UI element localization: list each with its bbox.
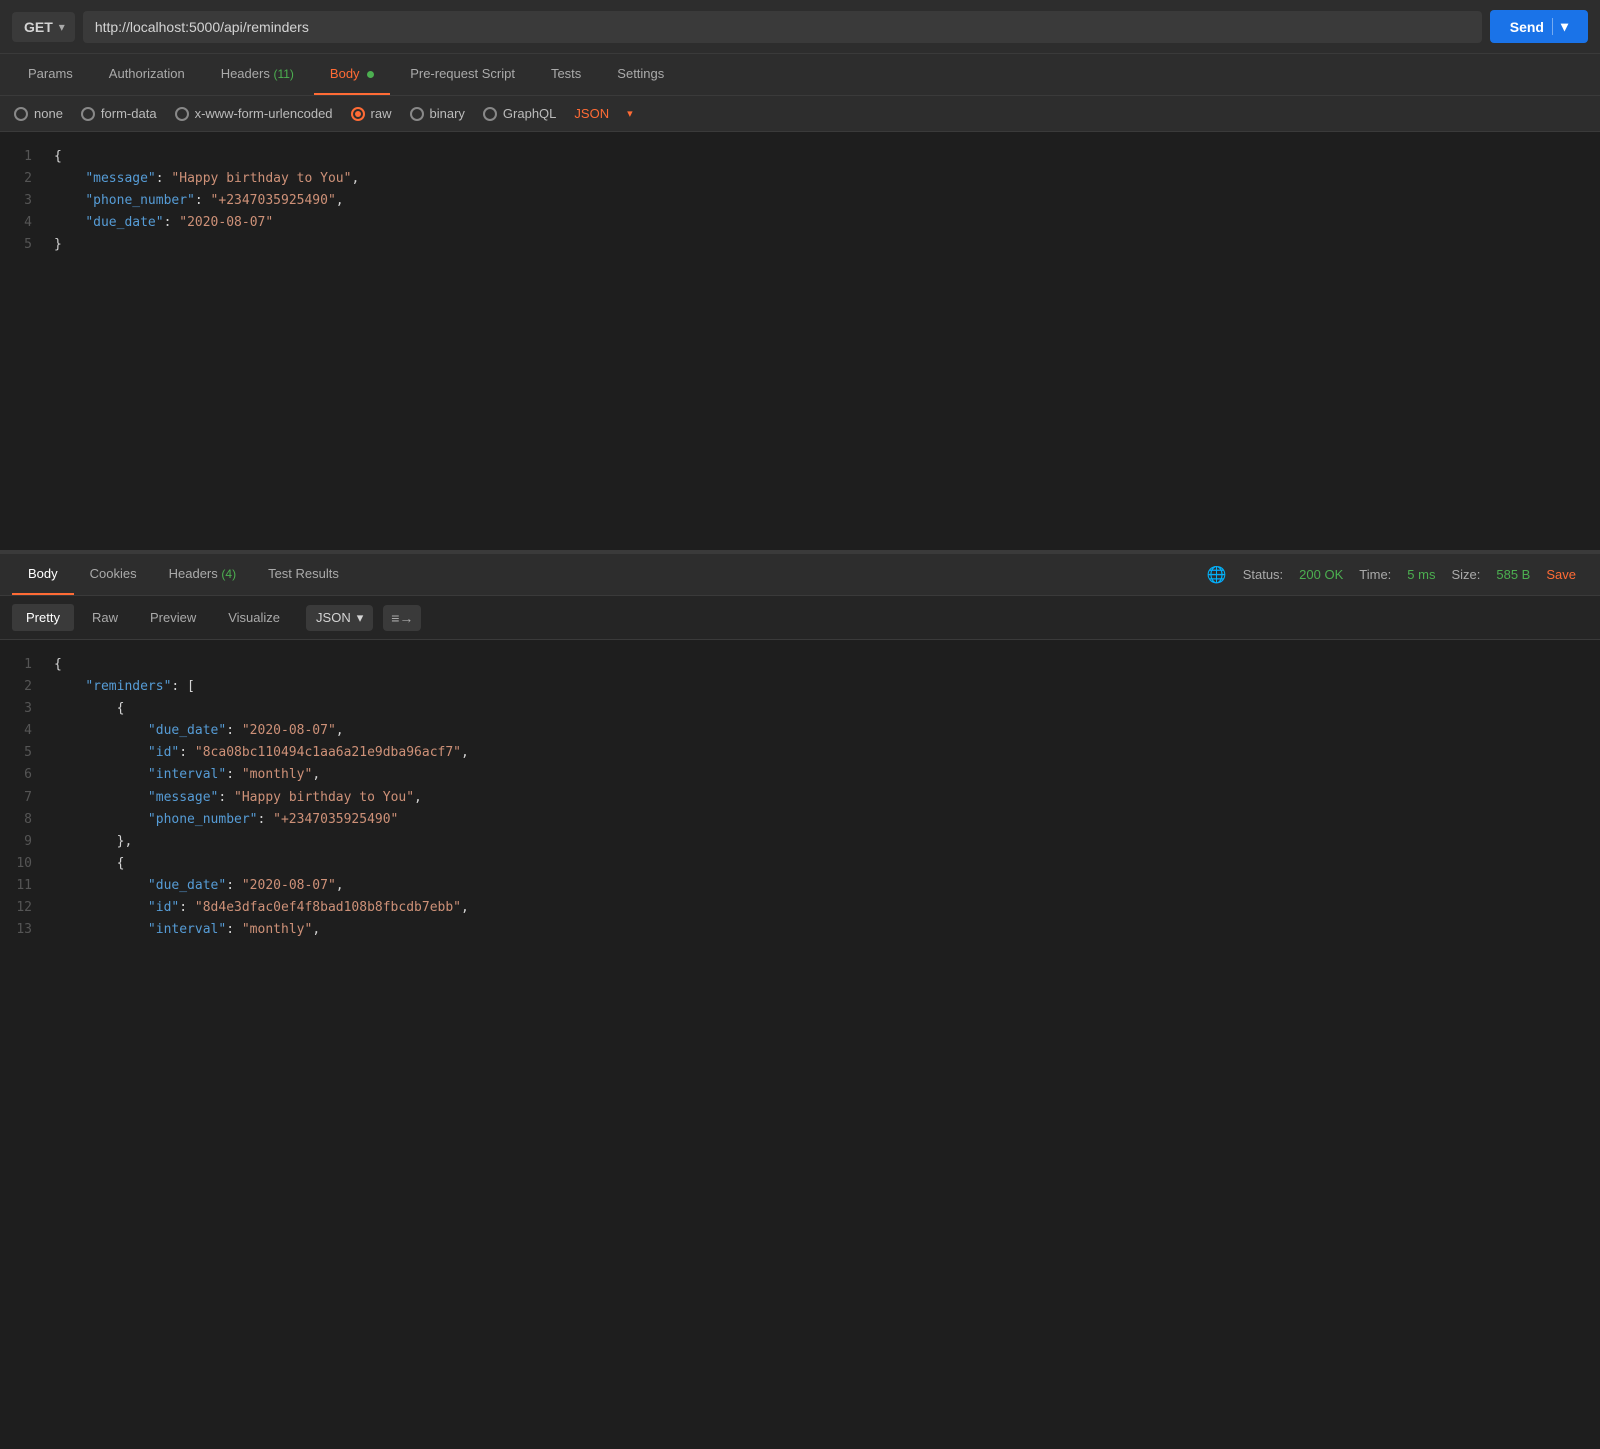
tab-body[interactable]: Body: [314, 54, 390, 95]
body-type-none[interactable]: none: [14, 106, 63, 121]
tab-pre-request[interactable]: Pre-request Script: [394, 54, 531, 95]
resp-tab-headers[interactable]: Headers (4): [153, 554, 252, 595]
response-body-content: { "reminders": [ { "due_date": "2020-08-…: [40, 640, 1600, 1140]
tab-authorization[interactable]: Authorization: [93, 54, 201, 95]
method-label: GET: [24, 19, 53, 35]
method-selector[interactable]: GET ▾: [12, 12, 75, 42]
url-input[interactable]: [83, 11, 1482, 43]
request-line-numbers: 1 2 3 4 5: [0, 132, 40, 550]
response-line-numbers: 1 2 3 4 5 6 7 8 9 10 11 12 13: [0, 640, 40, 1140]
response-format-bar: Pretty Raw Preview Visualize JSON ▾ ≡→: [0, 596, 1600, 640]
headers-badge: (11): [273, 67, 293, 81]
response-body-editor[interactable]: 1 2 3 4 5 6 7 8 9 10 11 12 13 { "reminde…: [0, 640, 1600, 1140]
request-body-content[interactable]: { "message": "Happy birthday to You", "p…: [40, 132, 1600, 550]
json-type-label[interactable]: JSON: [574, 106, 609, 121]
radio-raw: [351, 107, 365, 121]
send-dropdown-arrow[interactable]: ▾: [1552, 18, 1568, 35]
resp-headers-badge: (4): [221, 567, 236, 581]
status-size-value: 585 B: [1496, 567, 1530, 582]
body-type-form-data[interactable]: form-data: [81, 106, 157, 121]
resp-tab-test-results[interactable]: Test Results: [252, 554, 355, 595]
radio-none: [14, 107, 28, 121]
radio-graphql: [483, 107, 497, 121]
url-bar: GET ▾ Send ▾: [0, 0, 1600, 54]
request-tabs: Params Authorization Headers (11) Body P…: [0, 54, 1600, 96]
body-type-graphql[interactable]: GraphQL: [483, 106, 556, 121]
resp-tab-body[interactable]: Body: [12, 554, 74, 595]
send-button[interactable]: Send ▾: [1490, 10, 1588, 43]
status-code-label: Status:: [1243, 567, 1283, 582]
radio-binary: [410, 107, 424, 121]
request-body-editor[interactable]: 1 2 3 4 5 { "message": "Happy birthday t…: [0, 132, 1600, 552]
status-code-value: 200 OK: [1299, 567, 1343, 582]
resp-format-raw[interactable]: Raw: [78, 604, 132, 631]
save-response-button[interactable]: Save: [1546, 567, 1576, 582]
word-wrap-button[interactable]: ≡→: [383, 605, 421, 631]
body-type-binary[interactable]: binary: [410, 106, 465, 121]
resp-format-type-selector[interactable]: JSON ▾: [306, 605, 373, 631]
radio-form-data: [81, 107, 95, 121]
body-type-raw[interactable]: raw: [351, 106, 392, 121]
status-area: 🌐 Status: 200 OK Time: 5 ms Size: 585 B …: [1207, 565, 1588, 585]
radio-urlencoded: [175, 107, 189, 121]
body-type-bar: none form-data x-www-form-urlencoded raw…: [0, 96, 1600, 132]
response-tabs-bar: Body Cookies Headers (4) Test Results 🌐 …: [0, 552, 1600, 596]
tab-params[interactable]: Params: [12, 54, 89, 95]
tab-tests[interactable]: Tests: [535, 54, 597, 95]
body-active-dot: [367, 71, 374, 78]
send-label: Send: [1510, 19, 1544, 35]
status-size-label: Size:: [1451, 567, 1480, 582]
resp-format-dropdown-arrow: ▾: [357, 610, 364, 626]
tab-settings[interactable]: Settings: [601, 54, 680, 95]
resp-tab-cookies[interactable]: Cookies: [74, 554, 153, 595]
status-time-value: 5 ms: [1407, 567, 1435, 582]
tab-headers[interactable]: Headers (11): [205, 54, 310, 95]
resp-format-preview[interactable]: Preview: [136, 604, 210, 631]
json-type-dropdown[interactable]: ▾: [627, 107, 633, 120]
resp-format-visualize[interactable]: Visualize: [214, 604, 294, 631]
status-time-label: Time:: [1359, 567, 1391, 582]
globe-icon: 🌐: [1207, 565, 1227, 585]
resp-format-pretty[interactable]: Pretty: [12, 604, 74, 631]
method-dropdown-arrow[interactable]: ▾: [53, 12, 71, 42]
body-type-urlencoded[interactable]: x-www-form-urlencoded: [175, 106, 333, 121]
